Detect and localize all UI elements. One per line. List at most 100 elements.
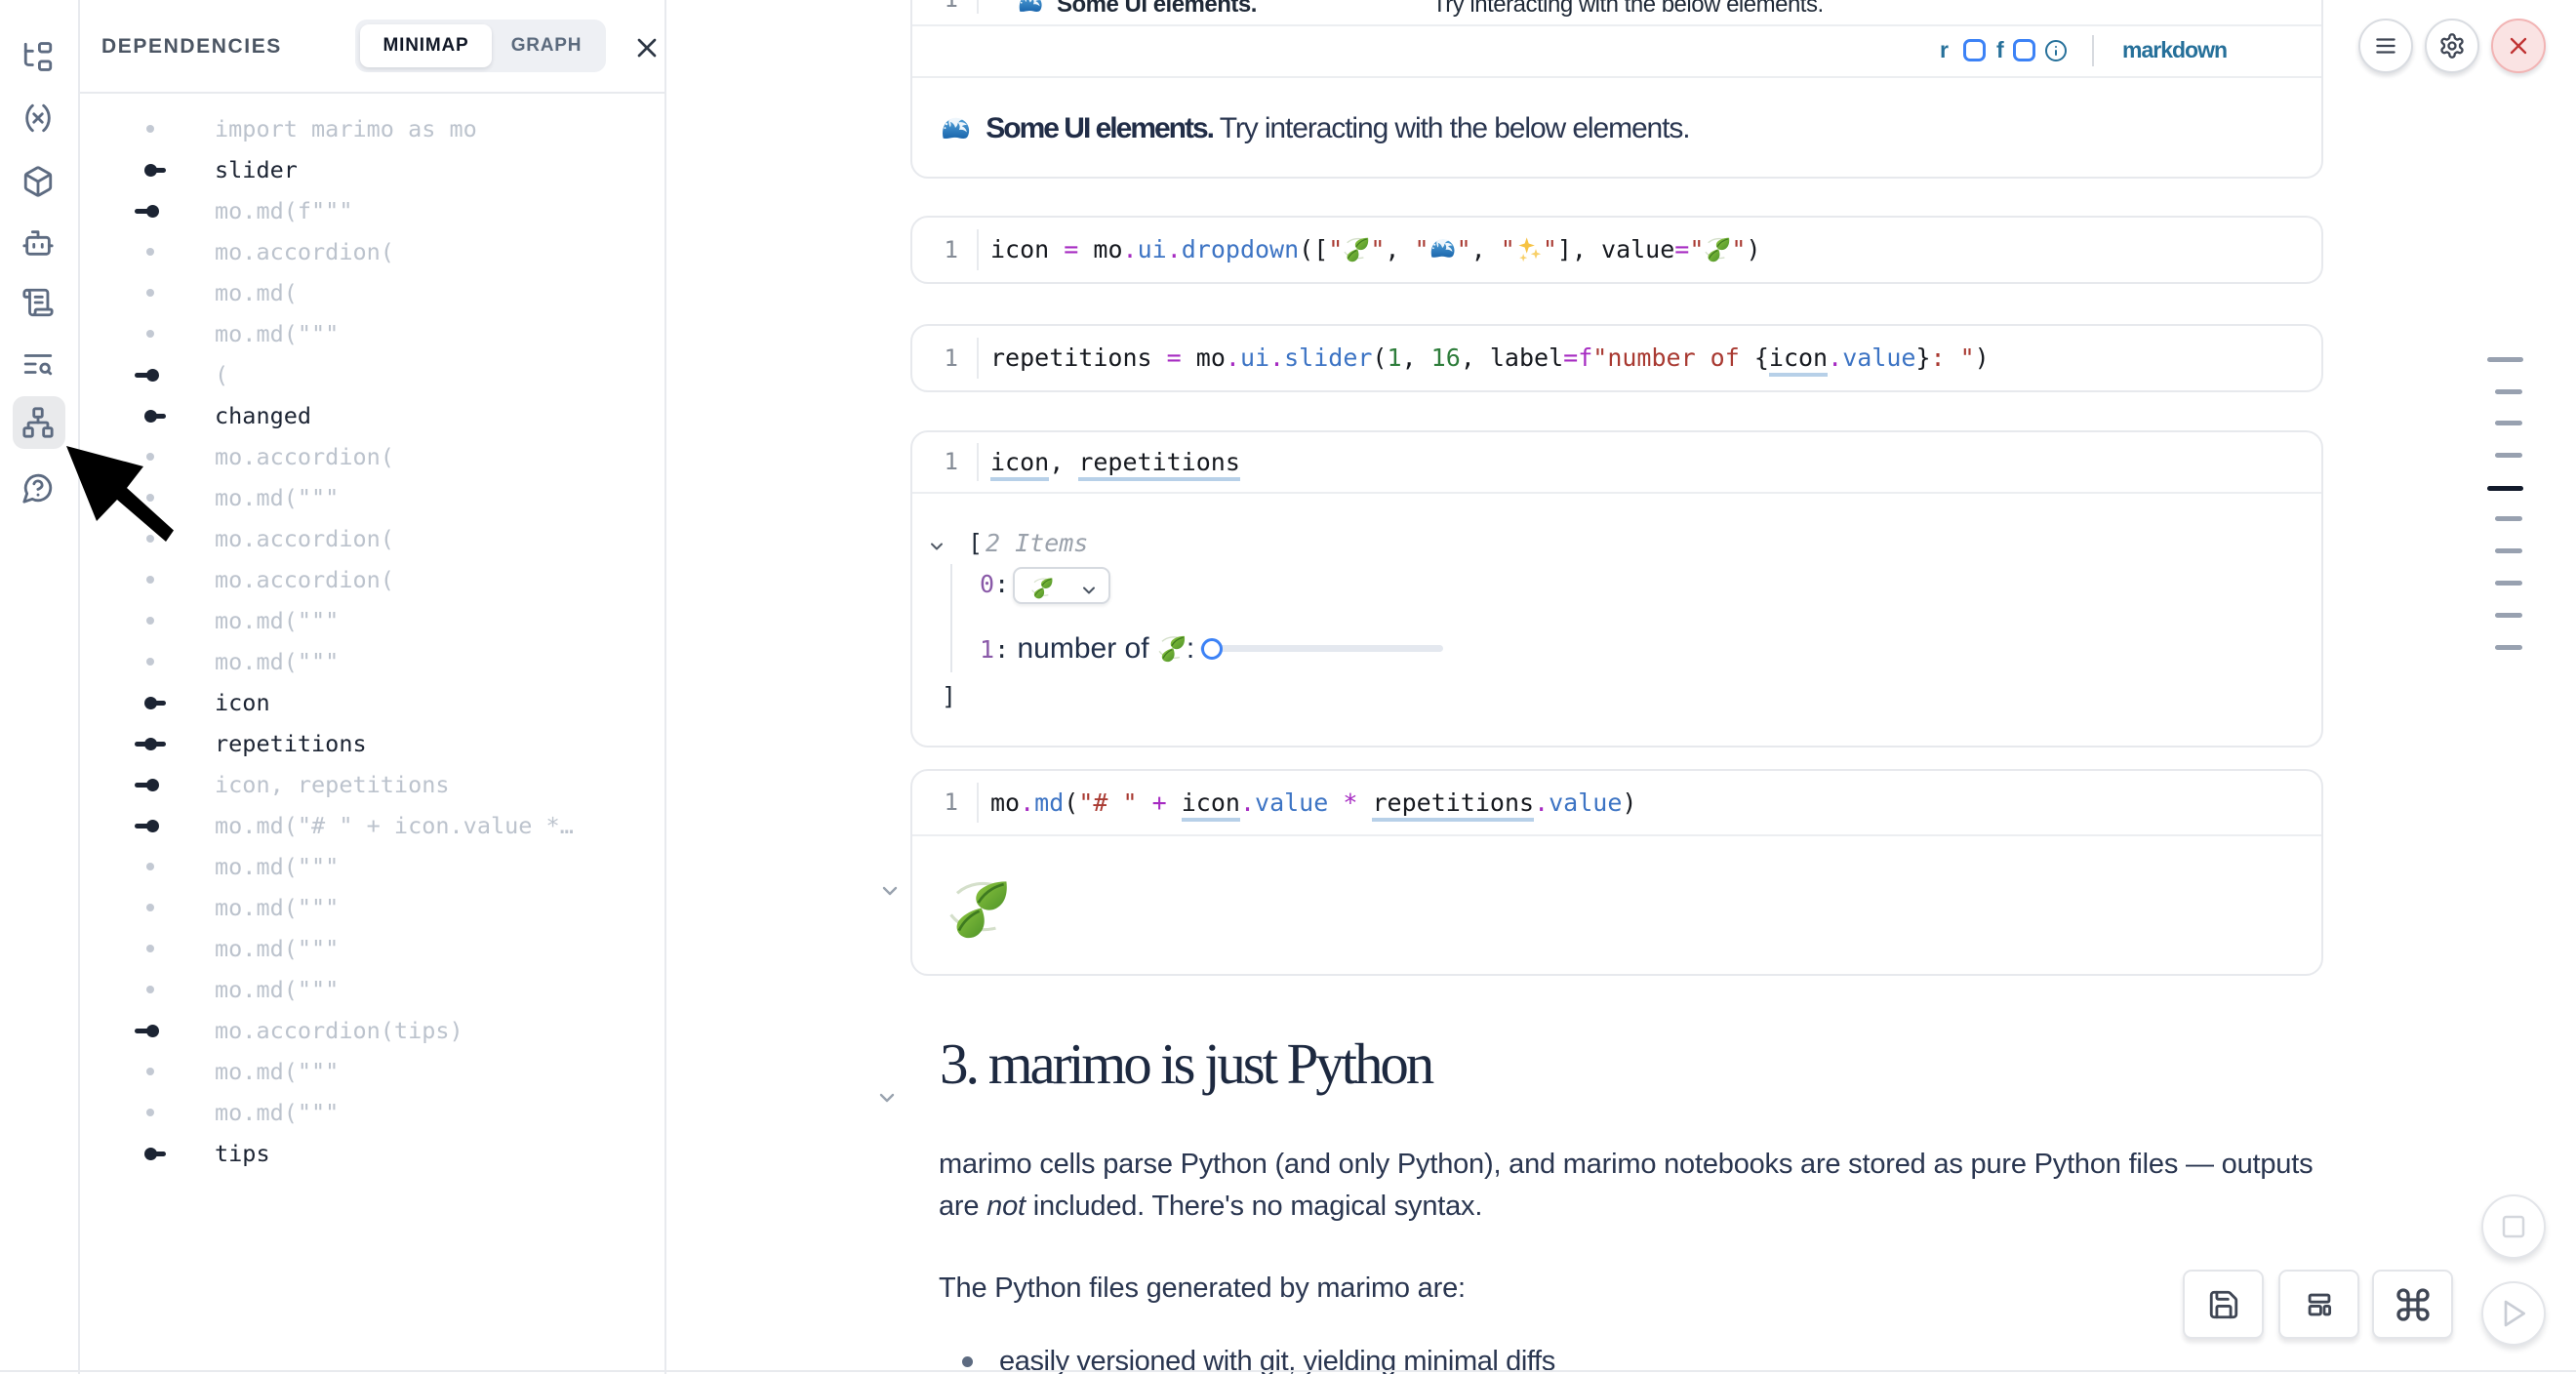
tab-graph[interactable]: GRAPH bbox=[492, 24, 601, 67]
minimap-item-18[interactable]: mo.md(""" bbox=[80, 846, 664, 887]
minimap-item-17[interactable]: mo.md("# " + icon.value *… bbox=[80, 805, 664, 846]
minimap-item-25[interactable]: tips bbox=[80, 1133, 664, 1174]
minimap-item-14[interactable]: icon bbox=[80, 682, 664, 723]
minimap-item-22[interactable]: mo.accordion(tips) bbox=[80, 1010, 664, 1051]
code-token: f bbox=[1578, 344, 1592, 372]
code-token: , bbox=[1049, 448, 1078, 476]
cell-md-heading[interactable]: 1 mo.md("# " + icon.value * repetitions.… bbox=[910, 769, 2323, 976]
minimap-item-20[interactable]: mo.md(""" bbox=[80, 928, 664, 969]
slider-knob[interactable] bbox=[1201, 638, 1223, 660]
cell-language-label[interactable]: markdown bbox=[2122, 24, 2227, 76]
paragraph-1-line-2: are bbox=[939, 1191, 986, 1222]
dropdown-select[interactable] bbox=[1013, 567, 1110, 604]
minimap-item-label: mo.md(""" bbox=[215, 846, 339, 887]
tab-minimap[interactable]: MINIMAP bbox=[360, 24, 492, 67]
minimap-item-13[interactable]: mo.md(""" bbox=[80, 641, 664, 682]
notebook-menu-button[interactable] bbox=[2358, 19, 2413, 73]
code-line[interactable]: icon = mo.ui.dropdown(["", "", ""], valu… bbox=[990, 218, 1761, 282]
minimap-item-16[interactable]: icon, repetitions bbox=[80, 764, 664, 805]
scratchpad-button[interactable] bbox=[2481, 1194, 2546, 1259]
format-checkbox[interactable] bbox=[2013, 39, 2035, 61]
footer-divider bbox=[2092, 35, 2094, 66]
code-token: value bbox=[1549, 788, 1622, 817]
run-all-button[interactable] bbox=[2481, 1281, 2546, 1346]
help-icon[interactable] bbox=[21, 471, 55, 505]
minimap-item-15[interactable]: repetitions bbox=[80, 723, 664, 764]
reactive-checkbox[interactable] bbox=[1963, 39, 1986, 61]
dependencies-network-icon[interactable] bbox=[21, 406, 55, 439]
slider-label: number of bbox=[1017, 632, 1156, 665]
minimap-item-7[interactable]: changed bbox=[80, 395, 664, 436]
minimap-item-label: import marimo as mo bbox=[215, 108, 477, 149]
cell-position-line-active[interactable] bbox=[2487, 486, 2523, 491]
cell-icon-dropdown[interactable]: 1 icon = mo.ui.dropdown(["", "", ""], va… bbox=[910, 216, 2323, 284]
code-token: = bbox=[1167, 344, 1182, 372]
minimap-item-24[interactable]: mo.md(""" bbox=[80, 1092, 664, 1133]
info-icon[interactable] bbox=[2044, 39, 2068, 62]
italic-not: not bbox=[986, 1191, 1026, 1222]
code-line[interactable]: mo.md("# " + icon.value * repetitions.va… bbox=[990, 771, 1636, 834]
reactive-toggle-label: r bbox=[1940, 24, 1949, 76]
ai-bot-icon[interactable] bbox=[21, 226, 55, 260]
cell-tuple-output[interactable]: 1 icon, repetitions [ 2 Items 0: 1: numb… bbox=[910, 430, 2323, 748]
cell-position-line[interactable] bbox=[2495, 453, 2522, 458]
cell-position-line[interactable] bbox=[2495, 581, 2522, 586]
save-button[interactable] bbox=[2183, 1270, 2264, 1339]
minimap-item-23[interactable]: mo.md(""" bbox=[80, 1051, 664, 1092]
line-number: 1 bbox=[912, 218, 958, 282]
gear-icon bbox=[2438, 32, 2466, 60]
minimap-item-label: mo.md(""" bbox=[215, 887, 339, 928]
item-0-colon: : bbox=[994, 570, 1009, 598]
minimap-item-19[interactable]: mo.md(""" bbox=[80, 887, 664, 928]
cell-position-line[interactable] bbox=[2495, 548, 2522, 553]
cell-position-line[interactable] bbox=[2495, 613, 2522, 618]
cell-position-line[interactable] bbox=[2495, 516, 2522, 521]
variables-icon[interactable] bbox=[21, 101, 55, 135]
cell-position-line[interactable] bbox=[2495, 421, 2522, 425]
minimap-item-4[interactable]: mo.md( bbox=[80, 272, 664, 313]
activity-bar bbox=[0, 0, 80, 1374]
no-deps-dot-icon bbox=[80, 272, 197, 313]
bottom-edge-divider bbox=[0, 1370, 2576, 1372]
minimap-item-11[interactable]: mo.accordion( bbox=[80, 559, 664, 600]
snippets-scroll-icon[interactable] bbox=[21, 286, 55, 319]
packages-icon[interactable] bbox=[21, 165, 55, 198]
minimap-item-label: mo.md(""" bbox=[215, 641, 339, 682]
bracket-close: ] bbox=[942, 678, 956, 715]
cell-position-line[interactable] bbox=[2495, 645, 2522, 650]
wave-emoji bbox=[1429, 235, 1457, 263]
code-line[interactable]: icon, repetitions bbox=[990, 432, 1240, 492]
layout-button[interactable] bbox=[2278, 1270, 2359, 1339]
code-token: . bbox=[1240, 788, 1255, 817]
minimap-item-12[interactable]: mo.md(""" bbox=[80, 600, 664, 641]
code-line[interactable]: repetitions = mo.ui.slider(1, 16, label=… bbox=[990, 326, 1990, 390]
minimap-item-0[interactable]: import marimo as mo bbox=[80, 108, 664, 149]
minimap-item-label: repetitions bbox=[215, 723, 367, 764]
settings-button[interactable] bbox=[2425, 19, 2479, 73]
collapse-output-chevron-icon[interactable] bbox=[878, 879, 902, 903]
square-icon bbox=[2499, 1212, 2528, 1241]
cell-position-line[interactable] bbox=[2487, 357, 2523, 362]
dependency-marker-icon bbox=[80, 149, 197, 190]
minimap-item-2[interactable]: mo.md(f""" bbox=[80, 190, 664, 231]
minimap-item-1[interactable]: slider bbox=[80, 149, 664, 190]
shutdown-button[interactable] bbox=[2491, 19, 2546, 73]
code-token: value bbox=[1842, 344, 1915, 372]
logs-search-icon[interactable] bbox=[21, 347, 55, 381]
minimap-item-3[interactable]: mo.accordion( bbox=[80, 231, 664, 272]
collapse-section-chevron-icon[interactable] bbox=[875, 1086, 899, 1110]
collapse-chevron-icon[interactable] bbox=[927, 534, 946, 553]
no-deps-dot-icon bbox=[80, 231, 197, 272]
minimap-item-21[interactable]: mo.md(""" bbox=[80, 969, 664, 1010]
cell-repetitions-slider[interactable]: 1 repetitions = mo.ui.slider(1, 16, labe… bbox=[910, 324, 2323, 392]
slider-track[interactable] bbox=[1200, 645, 1443, 652]
code-token: " bbox=[1415, 235, 1429, 263]
cell-position-line[interactable] bbox=[2495, 389, 2522, 394]
minimap-item-label: changed bbox=[215, 395, 311, 436]
close-panel-icon[interactable] bbox=[631, 32, 663, 63]
minimap-item-6[interactable]: ( bbox=[80, 354, 664, 395]
command-palette-button[interactable] bbox=[2372, 1270, 2453, 1339]
minimap-item-5[interactable]: mo.md(""" bbox=[80, 313, 664, 354]
cell-markdown-intro[interactable]: 1 Some UI elements. Try interacting with… bbox=[910, 0, 2323, 179]
file-tree-icon[interactable] bbox=[21, 40, 55, 73]
